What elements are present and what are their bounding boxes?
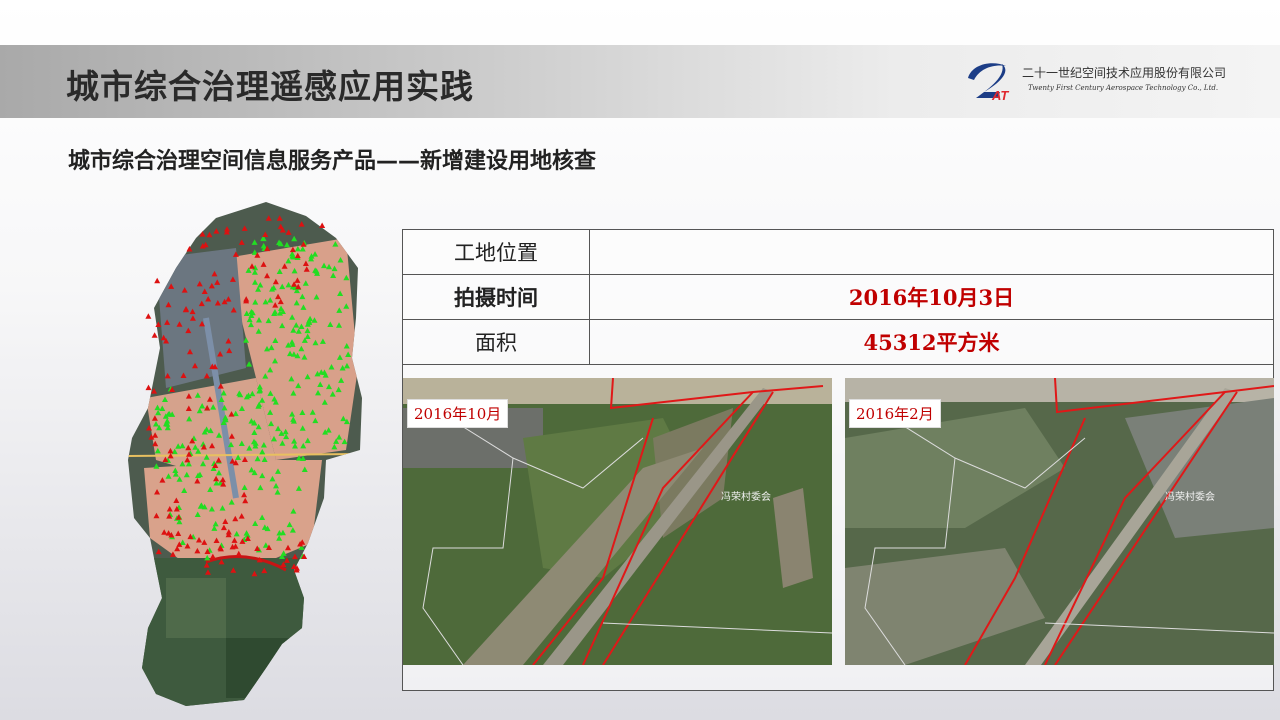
logo-text: AT [991, 88, 1009, 102]
place-label: 冯荣村委会 [1165, 492, 1215, 503]
map-marker [151, 332, 158, 338]
label-site-location: 工地位置 [403, 230, 590, 274]
map-marker [154, 277, 161, 284]
map-marker [145, 313, 152, 319]
label-capture-time: 拍摄时间 [403, 275, 590, 319]
image-date-tag: 2016年2月 [849, 399, 941, 428]
row-area: 面积 45312平方米 [403, 320, 1273, 365]
satellite-image-2016-10: 2016年10月 冯荣村委会 [403, 378, 832, 665]
site-info-table: 工地位置 拍摄时间 2016年10月3日 面积 45312平方米 2016年10… [402, 229, 1274, 691]
image-date-tag: 2016年10月 [407, 399, 509, 428]
company-name-cn: 二十一世纪空间技术应用股份有限公司 [1022, 66, 1227, 80]
satellite-image-2016-02: 2016年2月 冯荣村委会 [845, 378, 1274, 665]
slide-subtitle: 城市综合治理空间信息服务产品——新增建设用地核查 [68, 149, 597, 174]
map-marker [145, 384, 152, 391]
place-label: 冯荣村委会 [721, 492, 771, 503]
company-name-en: Twenty First Century Aerospace Technolog… [1028, 84, 1219, 92]
map-marker [319, 222, 326, 228]
row-site-location: 工地位置 [403, 230, 1273, 275]
value-capture-time: 2016年10月3日 [848, 285, 1015, 310]
slide-title: 城市综合治理遥感应用实践 [66, 67, 474, 106]
overview-map [126, 198, 366, 706]
company-logo: AT [968, 63, 1009, 102]
value-area: 45312平方米 [863, 330, 1000, 355]
label-area: 面积 [403, 320, 590, 364]
value-site-location [590, 230, 1273, 274]
row-capture-time: 拍摄时间 2016年10月3日 [403, 275, 1273, 320]
